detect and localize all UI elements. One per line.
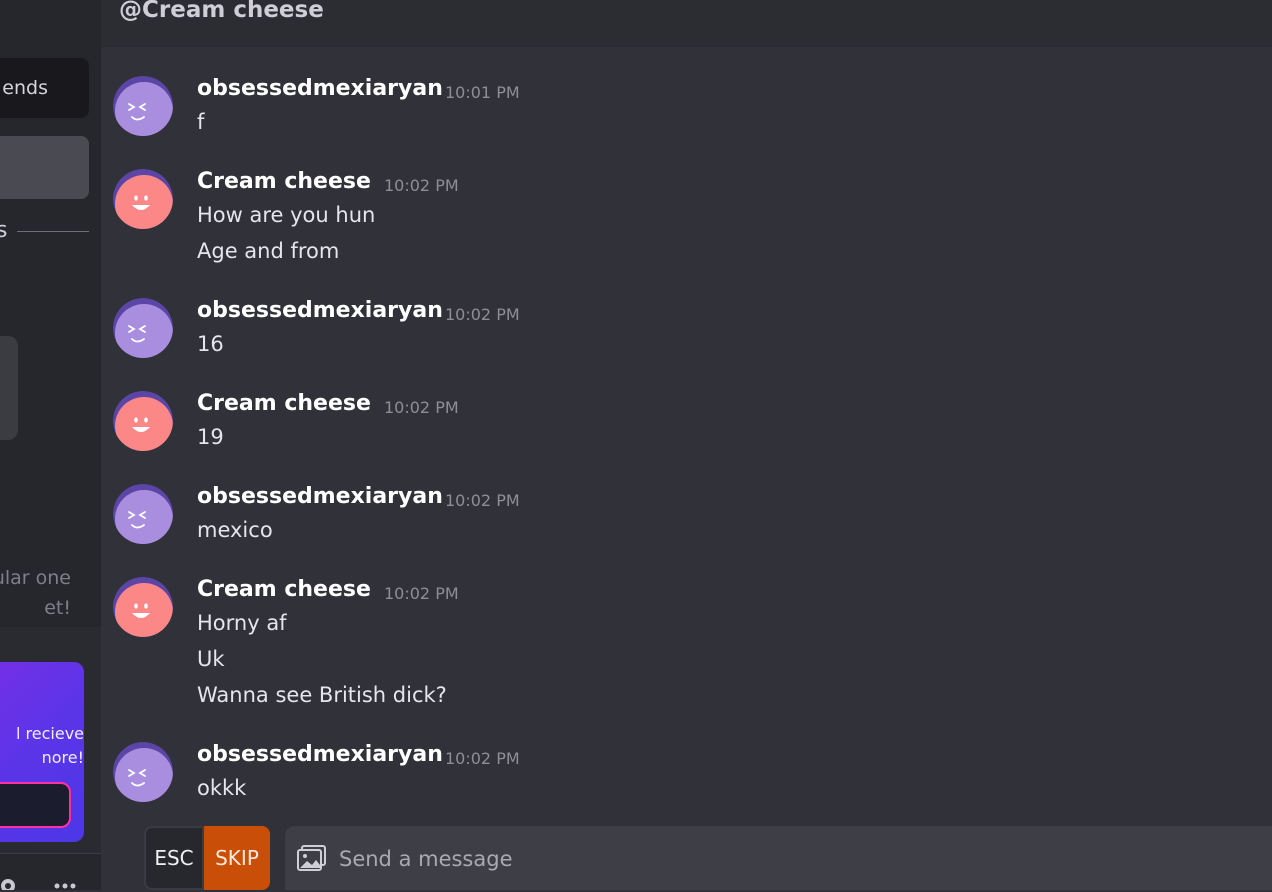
friends-button[interactable]: ends	[0, 58, 89, 118]
message-author: obsessedmexiaryan	[197, 76, 443, 101]
wink-face-icon	[128, 511, 146, 529]
message-time: 10:02 PM	[384, 176, 459, 195]
wink-face-icon	[128, 769, 146, 787]
skip-label: SKIP	[215, 846, 259, 870]
wink-face-icon	[128, 325, 146, 343]
empty-state-line: et!	[44, 597, 71, 619]
avatar[interactable]	[113, 298, 173, 358]
message-author: obsessedmexiaryan	[197, 742, 443, 767]
empty-state-text: ular one et!	[0, 563, 71, 623]
message-text: mexico	[197, 518, 273, 542]
placeholder-card	[0, 336, 18, 440]
sidebar-selected-item[interactable]	[0, 136, 89, 199]
image-icon[interactable]	[297, 844, 327, 872]
message-text: 16	[197, 332, 224, 356]
smile-face-icon	[132, 417, 150, 432]
avatar[interactable]	[113, 391, 173, 451]
promo-text: l recieve nore!	[0, 722, 84, 770]
message-author: Cream cheese	[197, 169, 371, 194]
sidebar-footer	[0, 853, 101, 890]
message-time: 10:02 PM	[445, 491, 520, 510]
avatar[interactable]	[113, 577, 173, 637]
smile-face-icon	[132, 603, 150, 618]
input-bar: ESC SKIP	[101, 826, 1272, 892]
smile-face-icon	[132, 195, 150, 210]
section-divider	[17, 231, 89, 232]
message-time: 10:01 PM	[445, 83, 520, 102]
section-label: s	[0, 218, 8, 243]
message-author: obsessedmexiaryan	[197, 298, 443, 323]
section-header: s	[0, 218, 101, 246]
message-text: Horny af	[197, 611, 287, 635]
message-input[interactable]	[337, 826, 1241, 892]
message-composer	[285, 826, 1272, 892]
friends-label: ends	[2, 77, 48, 99]
message-time: 10:02 PM	[445, 749, 520, 768]
esc-button[interactable]: ESC	[144, 826, 204, 890]
more-icon[interactable]	[52, 876, 78, 890]
promo-button[interactable]	[0, 782, 71, 828]
esc-label: ESC	[154, 846, 194, 870]
message-text: Wanna see British dick?	[197, 683, 447, 707]
promo-line: l recieve	[16, 724, 84, 743]
message-time: 10:02 PM	[384, 584, 459, 603]
message-text: okkk	[197, 776, 247, 800]
message-author: Cream cheese	[197, 577, 371, 602]
chat-title: @Cream cheese	[119, 0, 324, 23]
message-time: 10:02 PM	[384, 398, 459, 417]
avatar[interactable]	[113, 76, 173, 136]
promo-line: nore!	[41, 748, 84, 767]
message-text: How are you hun	[197, 203, 376, 227]
message-text: 19	[197, 425, 224, 449]
skip-button[interactable]: SKIP	[204, 826, 270, 890]
message-time: 10:02 PM	[445, 305, 520, 324]
avatar[interactable]	[113, 484, 173, 544]
gear-icon[interactable]	[0, 876, 18, 890]
message-author: Cream cheese	[197, 391, 371, 416]
message-text: f	[197, 110, 205, 134]
message-author: obsessedmexiaryan	[197, 484, 443, 509]
empty-state-line: ular one	[0, 567, 71, 589]
wink-face-icon	[128, 103, 146, 121]
sidebar: ends s ular one et! l recieve nore!	[0, 0, 101, 890]
message-text: Age and from	[197, 239, 340, 263]
message-text: Uk	[197, 647, 225, 671]
avatar[interactable]	[113, 742, 173, 802]
chat-header: @Cream cheese	[101, 0, 1272, 47]
chat-panel: @Cream cheese obsessedmexiaryan 10:01 PM…	[101, 0, 1272, 890]
avatar[interactable]	[113, 169, 173, 229]
